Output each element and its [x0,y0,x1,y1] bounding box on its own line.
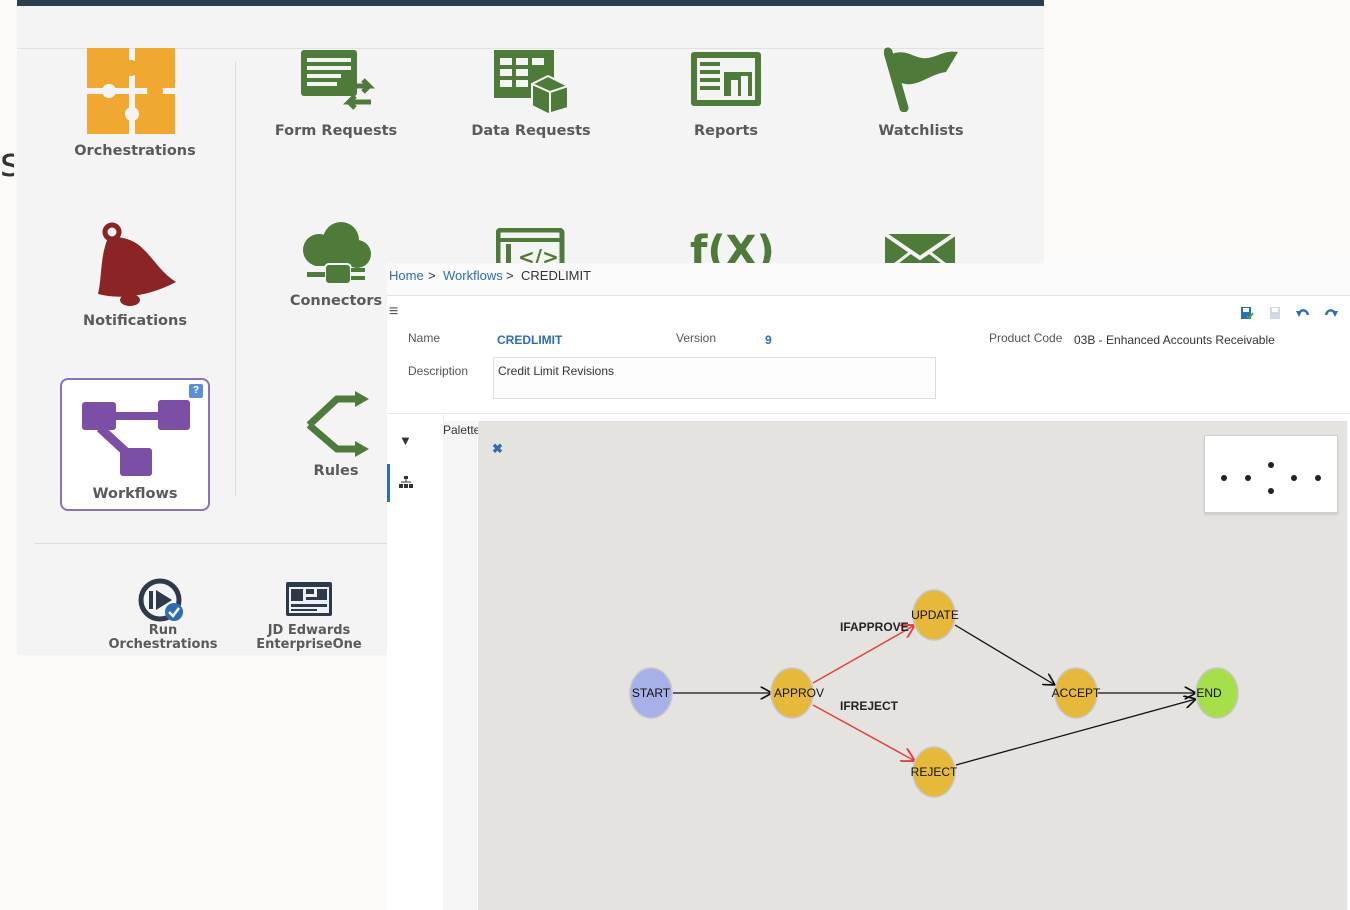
help-badge[interactable]: ? [189,384,203,398]
node-start[interactable]: START [629,667,673,719]
node-approve[interactable]: APPROV [770,667,824,719]
tile-label: Data Requests [471,123,591,139]
jde-label-2: EnterpriseOne [256,637,362,652]
report-icon [691,52,761,106]
code-window-icon: </> [496,228,565,268]
node-label: ACCEPT [1052,686,1101,700]
data-request-icon [494,50,569,114]
product-code-value: 03B - Enhanced Accounts Receivable [1074,333,1275,347]
tile-data-requests[interactable]: Data Requests [456,46,606,146]
description-field[interactable]: Credit Limit Revisions [493,357,936,399]
jde-label-1: JD Edwards [267,623,351,638]
name-value[interactable]: CREDLIMIT [497,333,562,347]
node-label: APPROV [774,686,824,700]
active-tool-indicator [387,464,390,502]
form-request-icon [301,50,376,110]
node-accept[interactable]: ACCEPT [1052,667,1101,719]
horizontal-divider [35,543,395,544]
node-label: REJECT [911,765,958,779]
breadcrumb-current: CREDLIMIT [521,268,592,283]
menu-icon[interactable]: ≡ [389,303,398,321]
tile-label: Reports [693,123,759,139]
function-icon: f(X) [690,228,775,268]
tile-workflows[interactable]: ? Workflows [60,378,210,511]
fit-to-screen-icon[interactable]: ✖ [492,441,503,457]
run-label-1: Run [148,623,178,638]
product-code-label: Product Code [989,331,1063,345]
breadcrumb-workflows-link[interactable]: Workflows [443,268,503,283]
run-orchestration-icon [138,578,183,622]
tile-label: Orchestrations [74,143,196,159]
redo-icon[interactable] [1324,306,1338,320]
workflow-designer-panel: Home > Workflows > CREDLIMIT ≡ Name CRED… [387,263,1350,910]
save-disabled-icon [1270,307,1280,319]
tile-label: Watchlists [878,123,964,139]
breadcrumb: Home > Workflows > CREDLIMIT [387,263,1350,296]
minimap-graph [1221,462,1321,494]
bell-icon [98,222,176,306]
cloud-plug-icon [303,222,371,285]
tile-orchestrations[interactable]: Orchestrations [60,46,210,166]
node-update[interactable]: UPDATE [911,589,959,641]
node-reject[interactable]: REJECT [911,746,958,798]
palette-panel [443,421,477,910]
node-label: START [632,686,671,700]
tile-label: Form Requests [274,123,398,139]
hierarchy-icon[interactable] [399,476,413,488]
rules-arrows-icon [306,391,369,457]
tile-notifications[interactable]: Notifications [60,216,210,336]
vertical-divider [235,61,236,496]
puzzle-icon [87,48,175,134]
edge-update-accept[interactable] [954,624,1055,685]
node-end[interactable]: END [1195,667,1239,719]
breadcrumb-separator: > [506,268,514,283]
jde-enterpriseone-item[interactable]: JD Edwards EnterpriseOne [244,576,374,656]
edge-approve-reject[interactable] [812,704,915,761]
edge-label-ifapprove: IFAPPROVE [840,620,909,634]
header-divider [387,413,1350,414]
minimap[interactable] [1204,435,1338,513]
run-orchestrations-item[interactable]: Run Orchestrations [98,576,228,656]
node-label: UPDATE [911,608,959,622]
tile-label: Notifications [83,313,187,329]
plug-icon[interactable]: ▼ [399,433,412,448]
slide-text-fragment: s [0,140,14,186]
name-label: Name [408,331,441,345]
jde-form-icon [286,582,332,616]
run-label-2: Orchestrations [108,637,218,652]
tile-reports[interactable]: Reports [651,46,801,146]
designer-tool-strip [387,415,444,910]
flag-icon [884,47,958,112]
description-label: Description [408,364,469,378]
palette-label: Palette [443,423,481,437]
workflow-icon [82,400,190,476]
tile-form-requests[interactable]: Form Requests [261,46,411,146]
node-label: END [1196,686,1222,700]
undo-icon[interactable] [1296,306,1310,320]
breadcrumb-separator: > [428,268,436,283]
tile-watchlists[interactable]: Watchlists [846,46,996,146]
version-value: 9 [765,333,772,347]
tile-label: Workflows [92,486,178,502]
version-label: Version [676,331,717,345]
edge-label-ifreject: IFREJECT [840,699,899,713]
breadcrumb-home-link[interactable]: Home [389,268,424,283]
save-icon[interactable] [1240,306,1254,320]
